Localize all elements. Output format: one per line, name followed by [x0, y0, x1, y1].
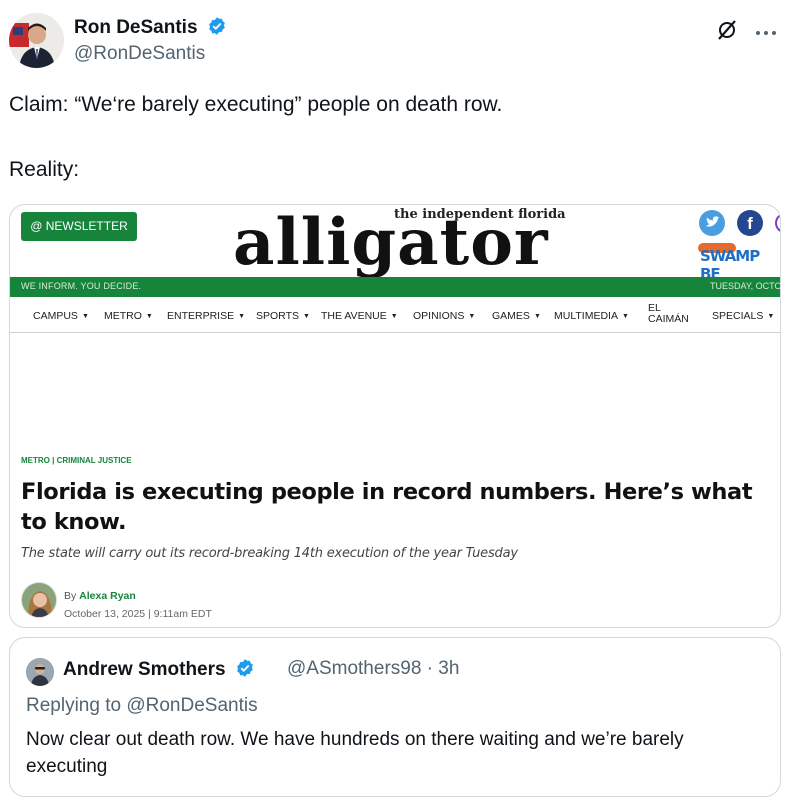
- masthead-date: TUESDAY, OCTO: [710, 281, 781, 291]
- instagram-icon[interactable]: [775, 213, 780, 233]
- nav-opinions[interactable]: OPINIONS ▼: [413, 310, 475, 322]
- nav-specials[interactable]: SPECIALS ▼: [712, 310, 774, 322]
- nav-metro[interactable]: METRO ▼: [104, 310, 153, 322]
- nav-enterprise[interactable]: ENTERPRISE ▼: [167, 310, 245, 322]
- author-handle[interactable]: @RonDeSantis: [74, 43, 205, 65]
- tagline: WE INFORM. YOU DECIDE.: [21, 281, 142, 291]
- byline-author-link[interactable]: Alexa Ryan: [79, 590, 136, 602]
- nav-sports[interactable]: SPORTS ▼: [256, 310, 310, 322]
- newsletter-button[interactable]: @ NEWSLETTER: [21, 212, 137, 241]
- byline: By Alexa Ryan: [64, 590, 136, 602]
- author-photo: [21, 582, 57, 618]
- quoted-author-avatar[interactable]: [26, 658, 54, 686]
- site-nav: CAMPUS ▼ METRO ▼ ENTERPRISE ▼ SPORTS ▼ THE A…: [10, 297, 780, 333]
- author-avatar[interactable]: [9, 13, 64, 68]
- author-name-text[interactable]: Ron DeSantis: [74, 17, 198, 38]
- nav-games[interactable]: GAMES ▼: [492, 310, 541, 322]
- twitter-icon[interactable]: [699, 210, 725, 236]
- nav-the-avenue[interactable]: THE AVENUE ▼: [321, 310, 398, 322]
- tweet-text-line-2: Reality:: [9, 158, 80, 181]
- quoted-tweet-text: Now clear out death row. We have hundred…: [26, 729, 684, 777]
- facebook-icon[interactable]: f: [737, 210, 763, 236]
- article-headline[interactable]: Florida is executing people in record nu…: [21, 477, 780, 537]
- article-category[interactable]: METRO | CRIMINAL JUSTICE: [21, 456, 132, 465]
- quoted-author-name[interactable]: Andrew Smothers: [63, 658, 255, 684]
- article-date: October 13, 2025 | 9:11am EDT: [64, 608, 212, 620]
- replying-to[interactable]: Replying to @RonDeSantis: [26, 695, 258, 717]
- nav-multimedia[interactable]: MULTIMEDIA ▼: [554, 310, 629, 322]
- verified-badge-icon: [207, 16, 227, 42]
- quoted-verified-badge-icon: [235, 658, 255, 684]
- nav-el-caiman[interactable]: EL CAIMÁN: [648, 303, 689, 325]
- more-options-icon[interactable]: [754, 24, 778, 42]
- tagline-bar: WE INFORM. YOU DECIDE. TUESDAY, OCTO: [10, 277, 781, 297]
- tweet-text-line-1: Claim: “We‘re barely executing” people o…: [9, 93, 503, 116]
- masthead-logo: alligator: [233, 205, 549, 280]
- grok-icon[interactable]: [716, 19, 738, 46]
- nav-campus[interactable]: CAMPUS ▼: [33, 310, 89, 322]
- article-subheadline: The state will carry out its record-brea…: [21, 546, 518, 561]
- article-image-card[interactable]: @ NEWSLETTER the independent florida all…: [9, 204, 781, 628]
- quoted-author-handle-time[interactable]: @ASmothers98 · 3h: [287, 658, 459, 680]
- quoted-tweet[interactable]: Andrew Smothers @ASmothers98 · 3h Replyi…: [9, 637, 781, 797]
- author-name[interactable]: Ron DeSantis: [74, 16, 227, 42]
